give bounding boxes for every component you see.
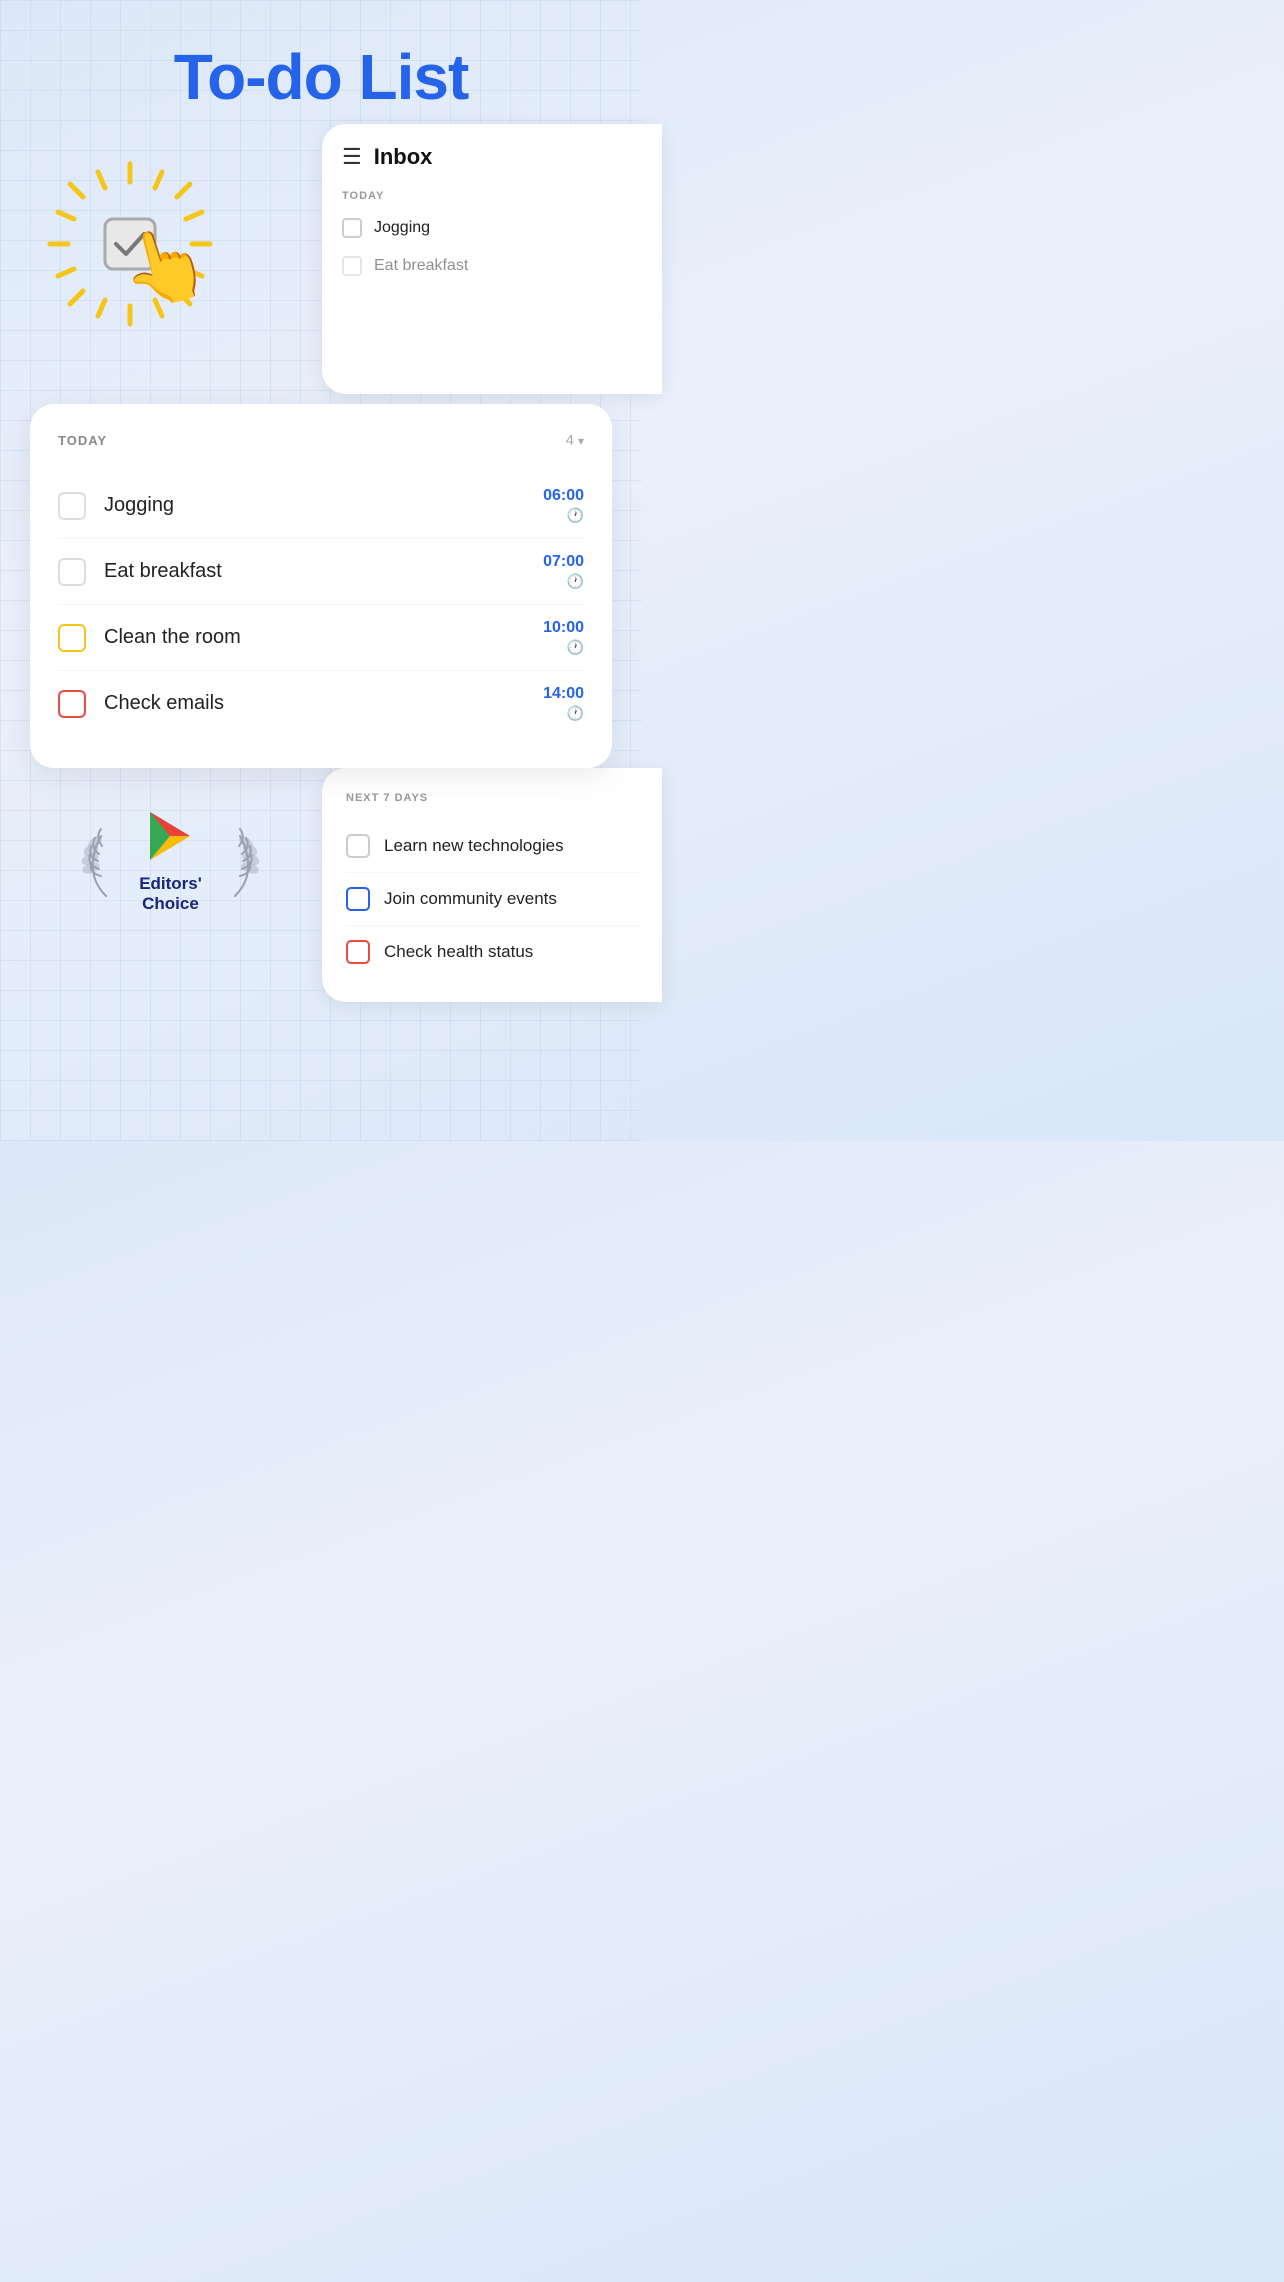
next7-item-health[interactable]: Check health status [346, 926, 642, 978]
clock-icon-4: 🕐 [567, 705, 584, 722]
next7-card: NEXT 7 DAYS Learn new technologies Join … [322, 768, 662, 1002]
today-card: TODAY 4 ▾ Jogging 06:00 🕐 Eat breakfast [30, 404, 612, 768]
google-play-icon: Editors' Choice [139, 808, 202, 914]
app-title: To-do List [0, 0, 642, 114]
task-name-breakfast: Eat breakfast [104, 560, 222, 583]
task-name-emails: Check emails [104, 692, 224, 715]
left-laurel-icon [81, 821, 131, 901]
inbox-card: ☰ Inbox TODAY Jogging Eat breakfast [322, 124, 662, 394]
next7-text-community: Join community events [384, 889, 557, 909]
task-time-area-breakfast: 07:00 🕐 [543, 553, 584, 590]
task-checkbox-breakfast[interactable] [58, 558, 86, 586]
next7-checkbox-learn[interactable] [346, 834, 370, 858]
editors-choice-label: Editors' Choice [139, 874, 202, 914]
next7-checkbox-community[interactable] [346, 887, 370, 911]
next7-checkbox-health[interactable] [346, 940, 370, 964]
editors-choice: Editors' Choice [0, 768, 321, 954]
task-time-area-jogging: 06:00 🕐 [543, 487, 584, 524]
task-checkbox-emails[interactable] [58, 690, 86, 718]
inbox-item-jogging: Jogging [342, 218, 642, 238]
today-section-label: TODAY [58, 433, 107, 448]
clock-icon-3: 🕐 [567, 639, 584, 656]
next7-section-label: NEXT 7 DAYS [346, 792, 642, 804]
task-checkbox-clean[interactable] [58, 624, 86, 652]
task-check-emails[interactable]: Check emails 14:00 🕐 [58, 671, 584, 736]
today-count: 4 ▾ [566, 432, 584, 449]
bottom-section: Editors' Choice [0, 768, 642, 1088]
task-time-area-emails: 14:00 🕐 [543, 685, 584, 722]
hero-area: 👆 ☰ Inbox TODAY Jogging Eat breakfast [0, 124, 642, 404]
next7-text-health: Check health status [384, 942, 533, 962]
inbox-item-breakfast: Eat breakfast [342, 256, 642, 276]
task-checkbox-jogging[interactable] [58, 492, 86, 520]
inbox-today-label: TODAY [342, 190, 642, 202]
task-name-jogging: Jogging [104, 494, 174, 517]
chevron-down-icon: ▾ [578, 434, 584, 448]
clock-icon-2: 🕐 [567, 573, 584, 590]
clock-icon: 🕐 [567, 507, 584, 524]
next7-text-learn: Learn new technologies [384, 836, 564, 856]
task-breakfast[interactable]: Eat breakfast 07:00 🕐 [58, 539, 584, 605]
checkbox-illustration: 👆 [30, 144, 230, 344]
task-clean-room[interactable]: Clean the room 10:00 🕐 [58, 605, 584, 671]
right-laurel-icon [210, 821, 260, 901]
task-time-area-clean: 10:00 🕐 [543, 619, 584, 656]
inbox-title: Inbox [374, 144, 433, 170]
next7-item-community[interactable]: Join community events [346, 873, 642, 926]
task-name-clean: Clean the room [104, 626, 241, 649]
next7-item-learn[interactable]: Learn new technologies [346, 820, 642, 873]
task-jogging[interactable]: Jogging 06:00 🕐 [58, 473, 584, 539]
hamburger-icon: ☰ [342, 144, 362, 170]
